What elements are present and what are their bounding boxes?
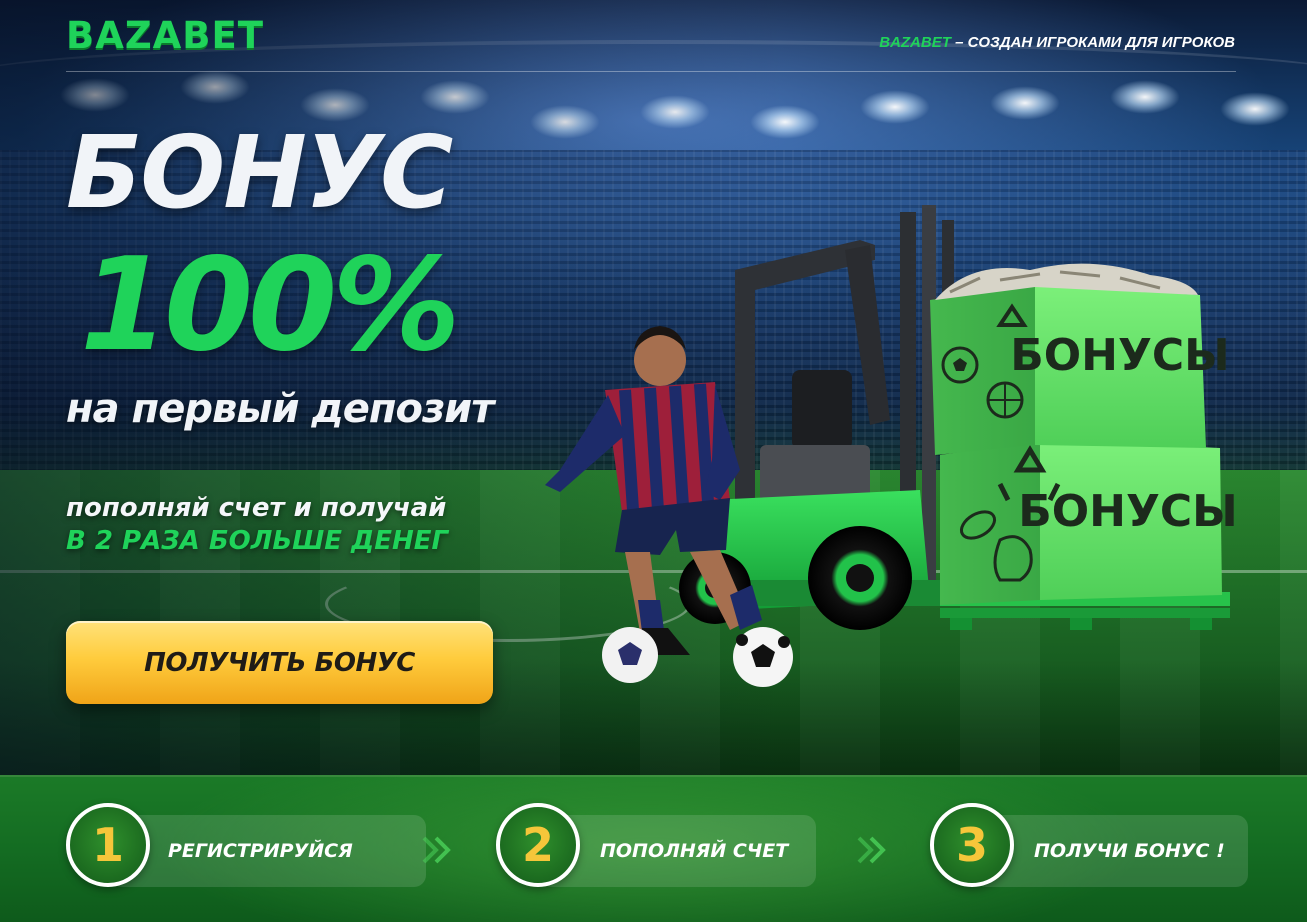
arrow-chevrons-icon [857, 836, 886, 864]
brand-logo[interactable]: BAZABET [66, 14, 264, 57]
header-divider [66, 71, 1236, 72]
headline-deposit: на первый депозит [66, 386, 494, 432]
step-number-circle: 1 [66, 803, 150, 887]
arrow-chevrons-icon [422, 836, 451, 864]
headline-percent: 100% [80, 231, 460, 380]
promo-page: BAZABET BAZABET – СОЗДАН ИГРОКАМИ ДЛЯ ИГ… [0, 0, 1307, 922]
step-number-circle: 2 [496, 803, 580, 887]
basketball-icon [986, 381, 1024, 419]
step-label: РЕГИСТРИРУЙСЯ [168, 840, 353, 862]
step-pill: ПОЛУЧИ БОНУС ! [974, 815, 1248, 887]
tagline-brand: BAZABET [879, 34, 951, 51]
step-label: ПОПОЛНЯЙ СЧЕТ [600, 840, 789, 862]
headline-bonus: БОНУС [66, 114, 453, 231]
forklift-seat [792, 370, 852, 450]
get-bonus-button-label: ПОЛУЧИТЬ БОНУС [144, 647, 415, 678]
step-pill: ПОПОЛНЯЙ СЧЕТ [540, 815, 816, 887]
step-number: 3 [955, 818, 988, 872]
forklift-illustration: БОНУСЫ БОНУСЫ [545, 205, 1238, 687]
subline-double-money: В 2 РАЗА БОЛЬШЕ ДЕНЕГ [66, 526, 449, 556]
step-number: 1 [91, 818, 124, 872]
soccer-ball [602, 627, 658, 683]
step-label: ПОЛУЧИ БОНУС ! [1034, 840, 1225, 862]
subline-topup: пополняй счет и получай [66, 493, 447, 523]
get-bonus-button[interactable]: ПОЛУЧИТЬ БОНУС [66, 621, 493, 704]
header-tagline: BAZABET – СОЗДАН ИГРОКАМИ ДЛЯ ИГРОКОВ [879, 34, 1235, 51]
tagline-text: – СОЗДАН ИГРОКАМИ ДЛЯ ИГРОКОВ [950, 34, 1235, 51]
soccer-ball [733, 627, 793, 687]
step-number: 2 [521, 818, 554, 872]
box-label-top: БОНУСЫ [1010, 330, 1230, 381]
step-pill: РЕГИСТРИРУЙСЯ [110, 815, 426, 887]
football-player [545, 326, 762, 655]
step-number-circle: 3 [930, 803, 1014, 887]
bonus-box-top: БОНУСЫ [930, 263, 1230, 455]
bonus-box-bottom: БОНУСЫ [940, 440, 1238, 605]
